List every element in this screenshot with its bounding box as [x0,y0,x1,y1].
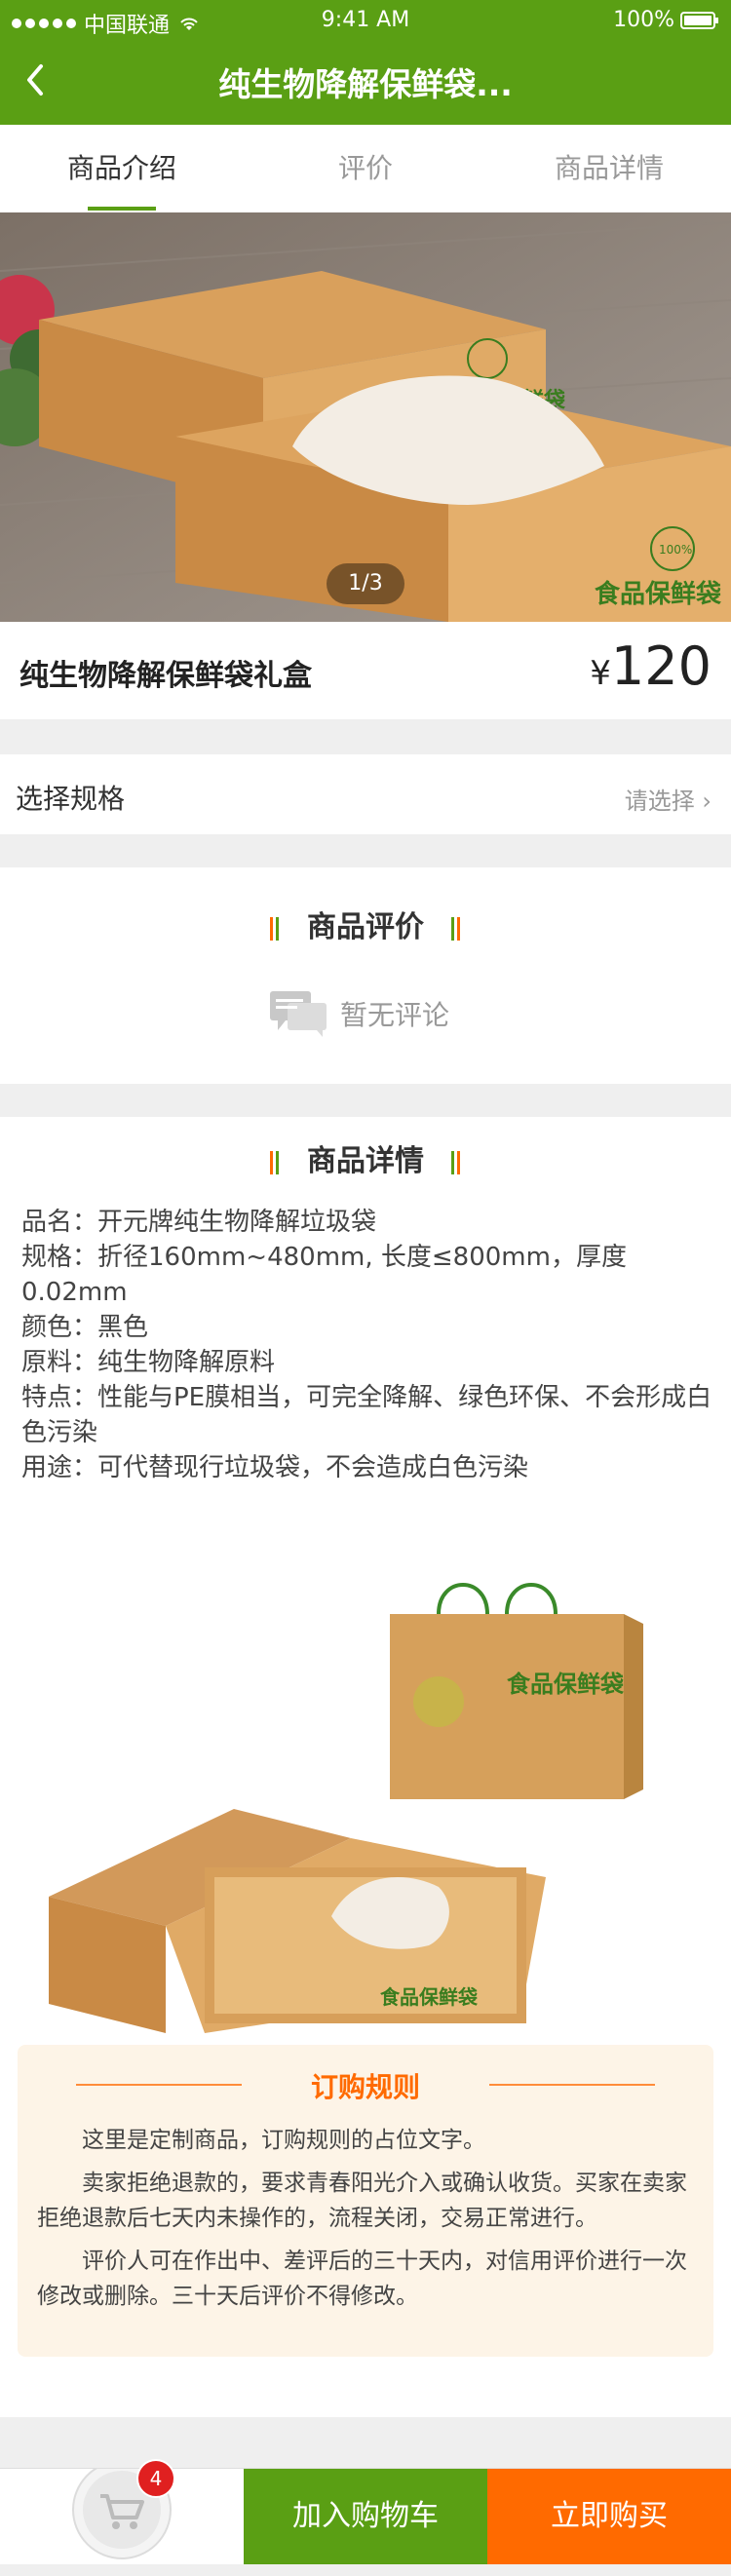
product-name: 纯生物降解保鲜袋礼盒 [19,659,312,693]
reviews-title-row: 商品评价 [0,903,731,945]
title-decoration-icon [269,1150,279,1174]
bottom-action-bar: 4 加入购物车 立即购买 [0,2459,731,2564]
spec-value: 请选择 › [624,788,712,815]
details-title-row: 商品详情 [0,1136,731,1179]
tab-product-intro[interactable]: 商品介绍 [0,125,244,212]
buy-now-button[interactable]: 立即购买 [487,2469,731,2564]
back-arrow-icon[interactable] [14,57,60,103]
reviews-section: 商品评价 暂无评论 [0,867,731,1084]
tab-reviews[interactable]: 评价 [244,125,487,212]
product-price: ¥120 [590,635,712,697]
order-rules: 订购规则 这里是定制商品，订购规则的占位文字。 卖家拒绝退款的，要求青春阳光介入… [18,2045,713,2357]
box-brand-text-detail: 食品保鲜袋 [380,1985,479,2009]
spec-list: 品名：开元牌纯生物降解垃圾袋 规格：折径160mm~480mm, 长度≤800m… [21,1205,713,1485]
title-decoration-icon [269,916,279,941]
details-title: 商品详情 [307,1144,424,1178]
rules-title: 订购规则 [310,2071,420,2103]
spec-line-features: 特点：性能与PE膜相当，可完全降解、绿色环保、不会形成白色污染 [21,1383,712,1447]
spec-line-material: 原料：纯生物降解原料 [21,1348,276,1377]
app-header: 中国联通 9:41 AM 100% 纯生物降解保鲜袋... [0,0,731,125]
rules-paragraph: 这里是定制商品，订购规则的占位文字。 [82,2128,485,2153]
rules-divider-right [489,2084,655,2086]
price-currency: ¥ [590,654,611,693]
box-badge-text: 100% [659,543,692,557]
title-decoration-icon [451,916,461,941]
price-value: 120 [610,635,712,697]
box-brand-text-front: 食品保鲜袋 [595,579,722,609]
comment-icon [270,991,327,1037]
product-title-bar: 纯生物降解保鲜袋礼盒 ¥120 [0,622,731,719]
page-title: 纯生物降解保鲜袋... [218,65,513,103]
battery-label: 100% [613,8,674,32]
no-reviews-text: 暂无评论 [340,999,450,1031]
carousel-pager: 1/3 [327,563,404,604]
spec-line-color: 颜色：黑色 [21,1313,149,1342]
product-image-carousel[interactable]: 食品保鲜袋 食品保鲜袋 100% [0,212,731,622]
bag-brand-text: 食品保鲜袋 [507,1671,625,1698]
spec-selector[interactable]: 选择规格 请选择 › [0,754,731,834]
rules-paragraph: 评价人可在作出中、差评后的三十天内，对信用评价进行一次修改或删除。三十天后评价不… [37,2249,687,2309]
rules-paragraph: 卖家拒绝退款的，要求青春阳光介入或确认收货。买家在卖家拒绝退款后七天内未操作的，… [37,2171,687,2231]
tab-active-indicator [88,207,156,211]
spec-line-usage: 用途：可代替现行垃圾袋，不会造成白色污染 [21,1453,529,1482]
title-decoration-icon [451,1150,461,1174]
spec-line-name: 品名：开元牌纯生物降解垃圾袋 [21,1208,377,1237]
battery-icon [680,11,718,29]
tab-bar: 商品介绍 评价 商品详情 [0,125,731,213]
add-to-cart-button[interactable]: 加入购物车 [244,2469,487,2564]
cart-count-badge: 4 [136,2459,175,2498]
no-reviews: 暂无评论 [268,989,449,1038]
product-photo: 食品保鲜袋 食品保鲜袋 100% [0,212,731,622]
reviews-title: 商品评价 [307,910,424,944]
status-right: 100% [613,8,719,32]
tab-product-details[interactable]: 商品详情 [487,125,731,212]
status-bar: 中国联通 9:41 AM 100% [0,0,731,43]
spec-label: 选择规格 [16,783,126,815]
rules-body: 这里是定制商品，订购规则的占位文字。 卖家拒绝退款的，要求青春阳光介入或确认收货… [37,2123,700,2322]
spec-line-size: 规格：折径160mm~480mm, 长度≤800mm，厚度0.02mm [21,1243,627,1307]
